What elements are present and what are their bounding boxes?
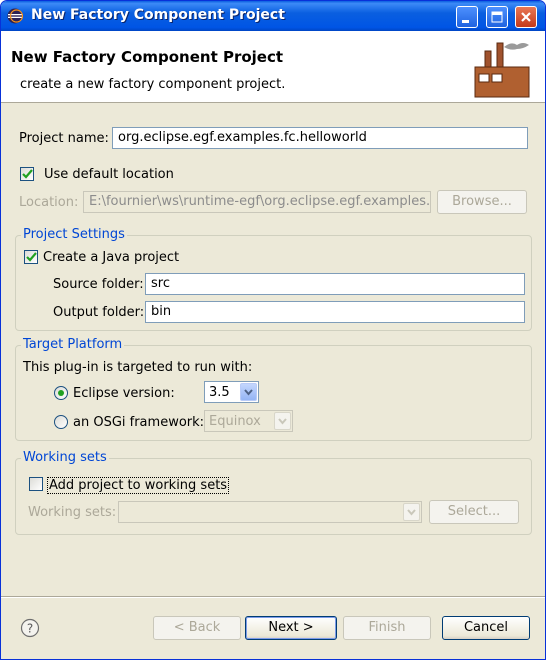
project-name-label: Project name: xyxy=(19,131,109,146)
add-to-working-sets-label: Add project to working sets xyxy=(47,477,230,494)
close-icon xyxy=(521,12,531,22)
chevron-down-icon[interactable] xyxy=(274,412,291,430)
output-folder-label: Output folder: xyxy=(53,305,145,320)
working-sets-label: Working sets: xyxy=(28,505,117,520)
eclipse-icon xyxy=(7,8,23,24)
project-settings-title: Project Settings xyxy=(21,227,127,242)
java-project-label: Create a Java project xyxy=(43,250,180,265)
wizard-description: create a new factory component project. xyxy=(20,77,286,92)
working-sets-combo[interactable] xyxy=(118,501,422,523)
svg-text:?: ? xyxy=(27,622,33,636)
checkmark-icon xyxy=(26,252,37,262)
factory-icon xyxy=(474,42,530,98)
eclipse-version-radio[interactable] xyxy=(54,386,68,400)
eclipse-version-label: Eclipse version: xyxy=(73,386,175,401)
radio-selected-dot xyxy=(58,390,64,396)
eclipse-version-combo[interactable]: 3.5 xyxy=(204,381,259,403)
select-working-sets-button[interactable]: Select... xyxy=(429,500,519,524)
location-field[interactable]: E:\fournier\ws\runtime-egf\org.eclipse.e… xyxy=(83,191,431,213)
default-location-checkbox[interactable] xyxy=(20,167,34,181)
dialog-window: New Factory Component Project New Factor… xyxy=(0,0,546,660)
source-folder-field[interactable]: src xyxy=(145,273,525,295)
source-folder-label: Source folder: xyxy=(53,277,144,292)
browse-button[interactable]: Browse... xyxy=(437,190,527,214)
finish-button[interactable]: Finish xyxy=(343,616,431,640)
working-sets-title: Working sets xyxy=(21,450,109,465)
minimize-icon xyxy=(462,20,469,23)
eclipse-version-value: 3.5 xyxy=(209,385,230,400)
minimize-button[interactable] xyxy=(456,6,478,28)
add-to-working-sets-checkbox[interactable] xyxy=(29,477,43,491)
osgi-framework-label: an OSGi framework: xyxy=(73,415,205,430)
cancel-button[interactable]: Cancel xyxy=(442,616,530,640)
osgi-framework-combo[interactable]: Equinox xyxy=(204,410,293,432)
maximize-icon xyxy=(491,11,503,23)
target-platform-description: This plug-in is targeted to run with: xyxy=(23,360,253,375)
target-platform-title: Target Platform xyxy=(21,337,125,352)
back-button[interactable]: < Back xyxy=(153,616,241,640)
close-button[interactable] xyxy=(515,6,537,28)
project-name-field[interactable]: org.eclipse.egf.examples.fc.helloworld xyxy=(112,127,528,149)
wizard-title: New Factory Component Project xyxy=(11,48,284,66)
location-label: Location: xyxy=(19,195,79,210)
chevron-down-icon[interactable] xyxy=(403,503,420,521)
output-folder-field[interactable]: bin xyxy=(145,301,525,323)
maximize-button[interactable] xyxy=(486,6,508,28)
default-location-label: Use default location xyxy=(44,167,174,182)
osgi-framework-radio[interactable] xyxy=(54,415,68,429)
help-icon[interactable]: ? xyxy=(20,618,40,638)
osgi-framework-value: Equinox xyxy=(209,414,261,429)
title-bar[interactable]: New Factory Component Project xyxy=(1,1,545,31)
java-project-checkbox[interactable] xyxy=(24,250,38,264)
button-bar-separator xyxy=(1,596,545,598)
checkmark-icon xyxy=(22,169,33,179)
next-button[interactable]: Next > xyxy=(245,616,337,640)
window-title: New Factory Component Project xyxy=(31,7,285,23)
wizard-header: New Factory Component Project create a n… xyxy=(1,31,545,103)
chevron-down-icon[interactable] xyxy=(240,383,257,401)
project-name-label-text: Project name: xyxy=(19,131,109,146)
